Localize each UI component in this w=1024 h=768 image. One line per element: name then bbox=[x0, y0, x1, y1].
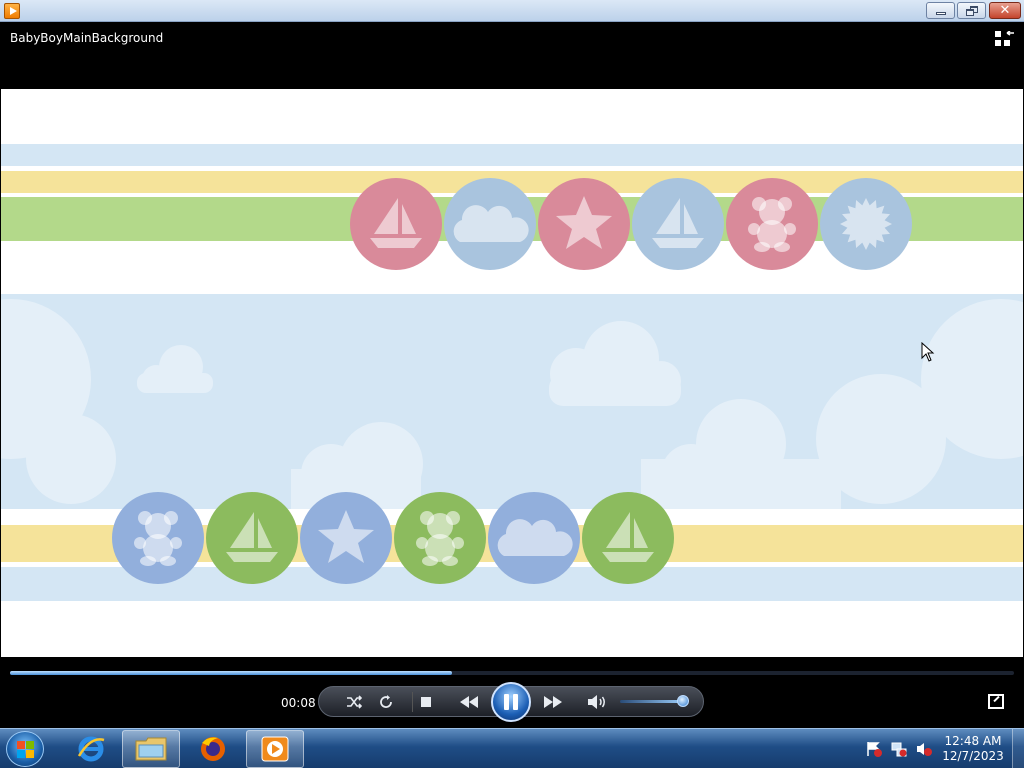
clock-date: 12/7/2023 bbox=[942, 749, 1004, 763]
pause-button[interactable] bbox=[491, 682, 531, 722]
player-header: BabyBoyMainBackground bbox=[0, 22, 1024, 88]
stop-button[interactable] bbox=[412, 692, 438, 712]
action-center-flag-icon[interactable] bbox=[866, 741, 882, 757]
seek-bar[interactable] bbox=[10, 671, 1014, 675]
decor-circle bbox=[582, 492, 674, 584]
decor-circle bbox=[300, 492, 392, 584]
previous-button[interactable] bbox=[452, 692, 486, 712]
firefox-icon bbox=[201, 737, 225, 761]
next-icon bbox=[544, 696, 562, 708]
video-display[interactable] bbox=[1, 89, 1023, 657]
start-button[interactable] bbox=[6, 731, 44, 767]
media-player-app-icon[interactable] bbox=[4, 3, 20, 19]
taskbar: 12:48 AM 12/7/2023 bbox=[0, 728, 1024, 768]
system-clock[interactable]: 12:48 AM 12/7/2023 bbox=[940, 734, 1006, 764]
stop-icon bbox=[420, 697, 431, 707]
decor-circle bbox=[206, 492, 298, 584]
minimize-button[interactable] bbox=[926, 2, 955, 19]
media-title: BabyBoyMainBackground bbox=[10, 31, 164, 45]
full-screen-icon[interactable] bbox=[988, 694, 1004, 709]
file-explorer-icon bbox=[135, 737, 167, 761]
decor-circle bbox=[538, 178, 630, 270]
taskbar-media-player[interactable] bbox=[246, 730, 304, 768]
clock-time: 12:48 AM bbox=[944, 734, 1002, 748]
volume-muted-icon[interactable] bbox=[916, 741, 932, 757]
window-title-bar[interactable]: ✕ bbox=[0, 0, 1024, 22]
decor-circle bbox=[632, 178, 724, 270]
mute-button[interactable] bbox=[585, 692, 609, 712]
close-icon: ✕ bbox=[999, 3, 1011, 18]
restore-icon bbox=[965, 5, 978, 16]
network-icon[interactable] bbox=[891, 741, 907, 757]
shuffle-button[interactable] bbox=[343, 692, 365, 712]
close-button[interactable]: ✕ bbox=[989, 2, 1021, 19]
switch-to-library-icon[interactable] bbox=[995, 31, 1015, 47]
pause-icon bbox=[504, 694, 509, 710]
sun-icon bbox=[840, 198, 892, 250]
media-player-window: ✕ BabyBoyMainBackground 00:08 12:48 AM 1… bbox=[0, 0, 1024, 768]
decor-circle bbox=[350, 178, 442, 270]
media-player-icon bbox=[261, 736, 289, 762]
next-button[interactable] bbox=[536, 692, 570, 712]
previous-icon bbox=[460, 696, 478, 708]
video-frame bbox=[1, 89, 1023, 657]
restore-button[interactable] bbox=[957, 2, 986, 19]
taskbar-file-explorer[interactable] bbox=[122, 730, 180, 768]
seek-bar-progress bbox=[10, 671, 452, 675]
windows-logo-icon bbox=[17, 741, 34, 758]
playback-controls: 00:08 bbox=[0, 657, 1024, 728]
decor-circle bbox=[488, 492, 580, 584]
mouse-cursor-icon bbox=[921, 342, 935, 362]
taskbar-internet-explorer[interactable] bbox=[62, 730, 120, 768]
taskbar-firefox[interactable] bbox=[184, 730, 242, 768]
volume-icon bbox=[588, 695, 605, 709]
repeat-icon bbox=[380, 695, 392, 708]
shuffle-icon bbox=[347, 695, 362, 709]
minimize-icon bbox=[935, 12, 946, 15]
volume-slider-handle[interactable] bbox=[676, 695, 689, 707]
decor-circle bbox=[444, 178, 536, 270]
elapsed-time: 00:08 bbox=[281, 696, 316, 710]
repeat-button[interactable] bbox=[375, 692, 397, 712]
internet-explorer-icon bbox=[77, 736, 105, 762]
decor-circle bbox=[820, 178, 912, 270]
decor-circle bbox=[726, 178, 818, 270]
show-desktop-button[interactable] bbox=[1012, 729, 1024, 768]
decor-circle bbox=[394, 492, 486, 584]
decor-circle bbox=[112, 492, 204, 584]
